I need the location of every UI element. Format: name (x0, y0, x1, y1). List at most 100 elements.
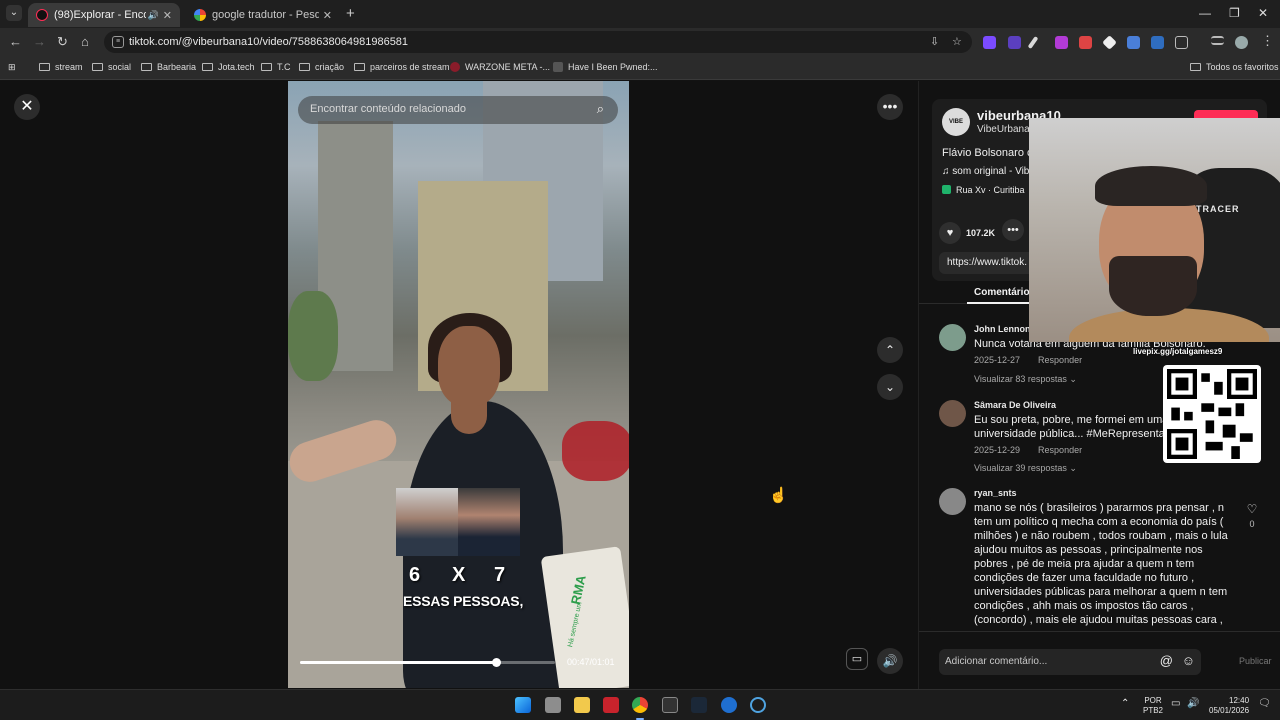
language-indicator[interactable]: POR PTB2 (1143, 696, 1163, 716)
extension-badge-icon[interactable] (1008, 36, 1021, 49)
extensions-puzzle-icon[interactable] (1175, 36, 1188, 49)
install-icon[interactable]: ⇩ (930, 35, 939, 48)
video-player[interactable]: Encontrar conteúdo relacionado ⌕ RMA Há … (288, 81, 629, 688)
livepix-label: livepix.gg/jotalgamesz9 (1133, 347, 1223, 356)
bookmark-stream[interactable]: stream (39, 62, 83, 72)
star-icon[interactable]: ☆ (952, 35, 962, 48)
comment-avatar[interactable] (939, 324, 966, 351)
bookmark-barbearia[interactable]: Barbearia (141, 62, 196, 72)
tab-close-icon[interactable]: ✕ (323, 9, 332, 22)
comment-avatar[interactable] (939, 488, 966, 515)
view-replies-label: Visualizar 39 respostas (974, 463, 1067, 473)
tab-close-icon[interactable]: ✕ (163, 9, 172, 22)
window-close-icon[interactable]: ✕ (1258, 6, 1268, 20)
forward-icon[interactable]: → (33, 34, 46, 49)
comment-avatar[interactable] (939, 400, 966, 427)
minimize-icon[interactable]: — (1199, 6, 1211, 20)
new-tab-icon[interactable]: + (346, 5, 355, 22)
reply-button[interactable]: Responder (1038, 355, 1082, 365)
profile-avatar[interactable] (1235, 36, 1248, 49)
politician-photo-left (396, 488, 458, 556)
steam-icon[interactable] (691, 697, 707, 713)
view-replies[interactable]: Visualizar 39 respostas ⌄ (974, 463, 1077, 474)
tab-tiktok[interactable]: (98)Explorar - Encontre seu 🔊 ✕ (28, 3, 180, 27)
close-video-icon[interactable]: ✕ (14, 94, 40, 120)
author-avatar[interactable]: VIBE (942, 108, 970, 136)
network-icon[interactable]: ▭ (1171, 699, 1180, 709)
comment-user[interactable]: Sâmara De Oliveira (974, 400, 1056, 410)
copy-link-field[interactable]: https://www.tiktok. (939, 252, 1039, 274)
related-search-bar[interactable]: Encontrar conteúdo relacionado ⌕ (298, 96, 618, 124)
extension-purple-icon[interactable] (983, 36, 996, 49)
bookmark-tc[interactable]: T.C (261, 62, 291, 72)
comment-heart-icon[interactable]: ♡ (1245, 502, 1259, 516)
search-icon[interactable]: ⌕ (597, 101, 604, 117)
extension-blue-icon[interactable] (1151, 36, 1164, 49)
all-bookmarks[interactable]: Todos os favoritos (1190, 62, 1279, 72)
comment-text: mano se nós ( brasileiros ) pararmos pra… (974, 502, 1228, 626)
obs-icon[interactable] (662, 697, 678, 713)
folder-icon (261, 63, 272, 71)
windows-start-icon[interactable] (515, 697, 531, 713)
speaker-icon[interactable]: 🔊 (148, 10, 159, 21)
apps-grid-icon[interactable]: ⊞ (8, 62, 16, 73)
back-icon[interactable]: ← (9, 34, 22, 49)
volume-icon[interactable]: 🔊 (877, 648, 903, 674)
comment-user[interactable]: John Lennon (974, 324, 1031, 334)
next-video-icon[interactable]: ⌄ (877, 374, 903, 400)
bookmark-warzone[interactable]: WARZONE META -... (450, 62, 550, 72)
video-progress-bar[interactable] (300, 658, 555, 667)
home-icon[interactable]: ⌂ (81, 34, 89, 49)
restore-icon[interactable]: ❐ (1229, 6, 1240, 20)
url-text: tiktok.com/@vibeurbana10/video/758863806… (129, 36, 409, 48)
reply-button[interactable]: Responder (1038, 445, 1082, 455)
speaker-tray-icon[interactable]: 🔊 (1187, 699, 1199, 709)
folder-icon (1190, 63, 1201, 71)
comment-user[interactable]: ryan_snts (974, 488, 1017, 498)
site-info-icon[interactable]: ≡ (112, 36, 124, 48)
bookmark-jotatech[interactable]: Jota.tech (202, 62, 255, 72)
publish-button[interactable]: Publicar (1239, 656, 1272, 666)
notifications-icon[interactable]: 🗨 (1258, 699, 1271, 709)
translate-icon[interactable] (1127, 36, 1140, 49)
folder-icon (354, 63, 365, 71)
previous-video-icon[interactable]: ⌃ (877, 337, 903, 363)
view-replies[interactable]: Visualizar 83 respostas ⌄ (974, 374, 1077, 385)
mention-icon[interactable]: @ (1160, 653, 1173, 668)
clock[interactable]: 12:40 05/01/2026 (1209, 696, 1249, 716)
post-music[interactable]: ♫ som original - Vib (942, 166, 1029, 177)
extension-red-icon[interactable] (1079, 36, 1092, 49)
bookmark-social[interactable]: social (92, 62, 131, 72)
mouse-cursor-icon: ☝ (769, 487, 788, 504)
file-explorer-icon[interactable] (574, 697, 590, 713)
bookmark-label: parceiros de stream (370, 62, 450, 72)
reload-icon[interactable]: ↻ (57, 34, 68, 50)
bookmark-parceiros[interactable]: parceiros de stream (354, 62, 450, 72)
comment-bubble-icon[interactable]: ••• (1002, 219, 1024, 241)
extension-diamond-icon[interactable] (1102, 35, 1117, 50)
pencil-icon[interactable] (1027, 36, 1039, 49)
tab-search-icon[interactable]: ⌄ (6, 5, 22, 21)
bag-slogan-text: Há sempre um (567, 601, 584, 648)
task-view-icon[interactable] (545, 697, 561, 713)
bookmark-criacao[interactable]: criação (299, 62, 344, 72)
bookmark-hibp[interactable]: Have I Been Pwned:... (553, 62, 658, 72)
chrome-icon[interactable] (632, 697, 648, 720)
more-options-icon[interactable]: ••• (877, 94, 903, 120)
tab-google[interactable]: google tradutor - Pesquisa Goo ✕ (186, 3, 340, 27)
address-bar[interactable]: ≡ tiktok.com/@vibeurbana10/video/7588638… (104, 31, 972, 53)
tray-expand-icon[interactable]: ⌃ (1121, 699, 1129, 709)
extension-pink-icon[interactable] (1055, 36, 1068, 49)
app-red-icon[interactable] (603, 697, 619, 713)
emoji-icon[interactable]: ☺ (1182, 653, 1195, 668)
tab-search-list-icon[interactable] (1211, 36, 1224, 45)
post-location[interactable]: Rua Xv · Curitiba (942, 185, 1025, 195)
like-button[interactable]: ♥ 107.2K (939, 222, 995, 244)
comment-input[interactable]: Adicionar comentário... @ ☺ (939, 649, 1201, 675)
battlenet-icon[interactable] (721, 697, 737, 713)
tab-comments[interactable]: Comentários (974, 287, 1035, 298)
chat-app-icon[interactable] (750, 697, 766, 713)
miniplayer-icon[interactable]: ▭ (846, 648, 868, 670)
menu-kebab-icon[interactable]: ⋮ (1261, 33, 1274, 49)
browser-toolbar: ← → ↻ ⌂ ≡ tiktok.com/@vibeurbana10/video… (0, 28, 1280, 56)
